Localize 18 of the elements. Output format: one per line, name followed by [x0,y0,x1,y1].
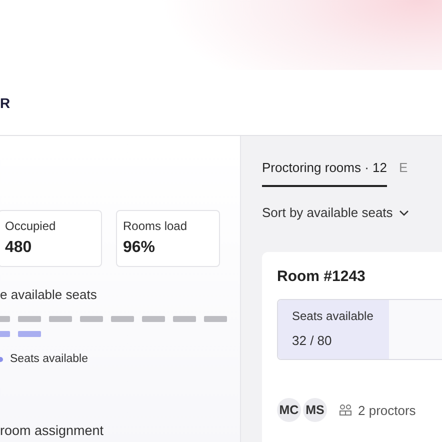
stat-value: 96% [123,239,156,257]
chevron-down-icon [398,210,409,216]
people-icon [339,404,352,416]
sort-dropdown[interactable]: Sort by available seats [262,205,409,220]
section-title: e available seats [0,287,98,302]
proctor-count: 2 proctors [358,402,416,418]
room-title: Room #1243 [277,268,366,285]
meter-label: Seats available [292,309,374,323]
section-title: room assignment [0,423,105,438]
legend-label: Seats available [10,353,88,365]
tab[interactable]: Proctoring rooms · 12 [262,160,387,187]
stat-label: Occupied [5,219,57,233]
meter-value: 32 / 80 [292,333,333,348]
stat-label: Rooms load [123,219,188,233]
avatar: MS [303,398,327,422]
stat-value: 480 [5,239,33,257]
avatar: MC [277,398,301,422]
page-title: R [0,94,10,110]
